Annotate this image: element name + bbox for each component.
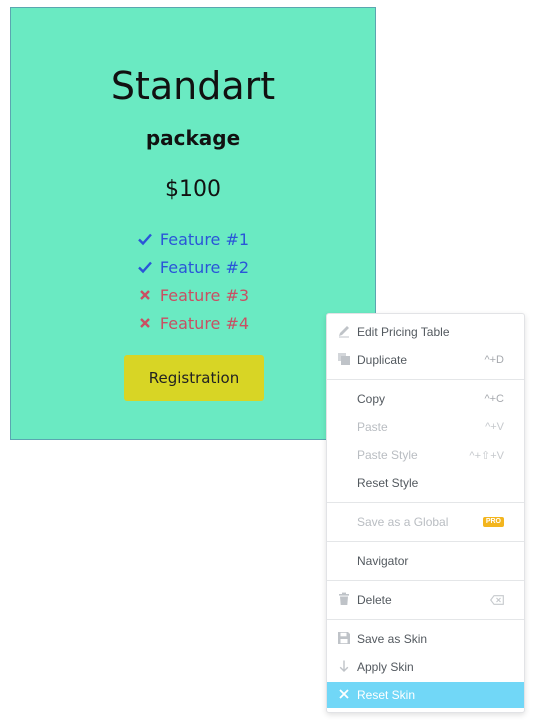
check-icon: [138, 261, 152, 274]
menu-item-reset-style[interactable]: Reset Style: [327, 470, 524, 496]
menu-item-navigator[interactable]: Navigator: [327, 548, 524, 574]
pencil-icon: [339, 326, 349, 338]
menu-item-label: Apply Skin: [357, 660, 414, 674]
menu-item-paste-style[interactable]: Paste Style ^+⇧+V: [327, 442, 524, 468]
menu-item-reset-skin[interactable]: Reset Skin: [327, 682, 524, 708]
save-icon: [338, 632, 350, 644]
menu-item-label: Duplicate: [357, 353, 408, 367]
menu-item-label: Reset Style: [357, 476, 419, 490]
pricing-subtitle: package: [145, 126, 241, 150]
menu-divider: [327, 541, 524, 542]
menu-divider: [327, 580, 524, 581]
pro-badge: PRO: [482, 517, 504, 527]
feature-label: Feature #2: [159, 257, 250, 277]
feature-item: Feature #3: [11, 282, 375, 308]
menu-item-delete[interactable]: Delete: [327, 587, 524, 613]
shortcut-label: ^+⇧+V: [469, 449, 504, 462]
menu-item-apply-skin[interactable]: Apply Skin: [327, 654, 524, 680]
menu-item-duplicate[interactable]: Duplicate ^+D: [327, 347, 524, 373]
cross-icon: [140, 290, 150, 300]
feature-label: Feature #3: [159, 285, 250, 305]
close-icon: [339, 689, 349, 699]
pricing-price: $100: [165, 177, 221, 202]
feature-item: Feature #1: [11, 226, 375, 252]
menu-item-label: Reset Skin: [357, 688, 416, 702]
cross-icon: [140, 318, 150, 328]
backspace-icon: [490, 595, 504, 605]
check-icon: [138, 233, 152, 246]
trash-icon: [339, 592, 349, 605]
menu-item-label: Save as a Global: [357, 515, 449, 529]
pricing-table-card[interactable]: Standart package $100 Feature #1 Feature…: [10, 7, 376, 440]
menu-item-paste[interactable]: Paste ^+V: [327, 414, 524, 440]
duplicate-icon: [338, 353, 350, 365]
menu-item-copy[interactable]: Copy ^+C: [327, 386, 524, 412]
feature-label: Feature #4: [159, 313, 250, 333]
menu-item-label: Copy: [357, 392, 386, 406]
shortcut-label: ^+C: [484, 393, 504, 405]
menu-divider: [327, 502, 524, 503]
pricing-title: Standart: [110, 64, 276, 108]
menu-item-label: Save as Skin: [357, 632, 428, 646]
arrow-down-icon: [339, 660, 349, 672]
registration-button[interactable]: Registration: [124, 355, 264, 401]
menu-item-save-as-skin[interactable]: Save as Skin: [327, 626, 524, 652]
menu-item-label: Edit Pricing Table: [357, 325, 450, 339]
menu-item-label: Delete: [357, 593, 392, 607]
menu-item-save-as-global[interactable]: Save as a Global PRO: [327, 509, 524, 535]
menu-item-label: Paste: [357, 420, 388, 434]
context-menu: Edit Pricing Table Duplicate ^+D Copy ^+…: [326, 313, 525, 713]
menu-divider: [327, 379, 524, 380]
menu-item-label: Paste Style: [357, 448, 418, 462]
feature-item: Feature #4: [11, 310, 375, 336]
menu-divider: [327, 619, 524, 620]
shortcut-label: ^+V: [485, 421, 504, 433]
shortcut-label: ^+D: [484, 354, 504, 366]
menu-item-edit-pricing-table[interactable]: Edit Pricing Table: [327, 319, 524, 345]
menu-item-label: Navigator: [357, 554, 409, 568]
feature-label: Feature #1: [159, 229, 250, 249]
feature-item: Feature #2: [11, 254, 375, 280]
